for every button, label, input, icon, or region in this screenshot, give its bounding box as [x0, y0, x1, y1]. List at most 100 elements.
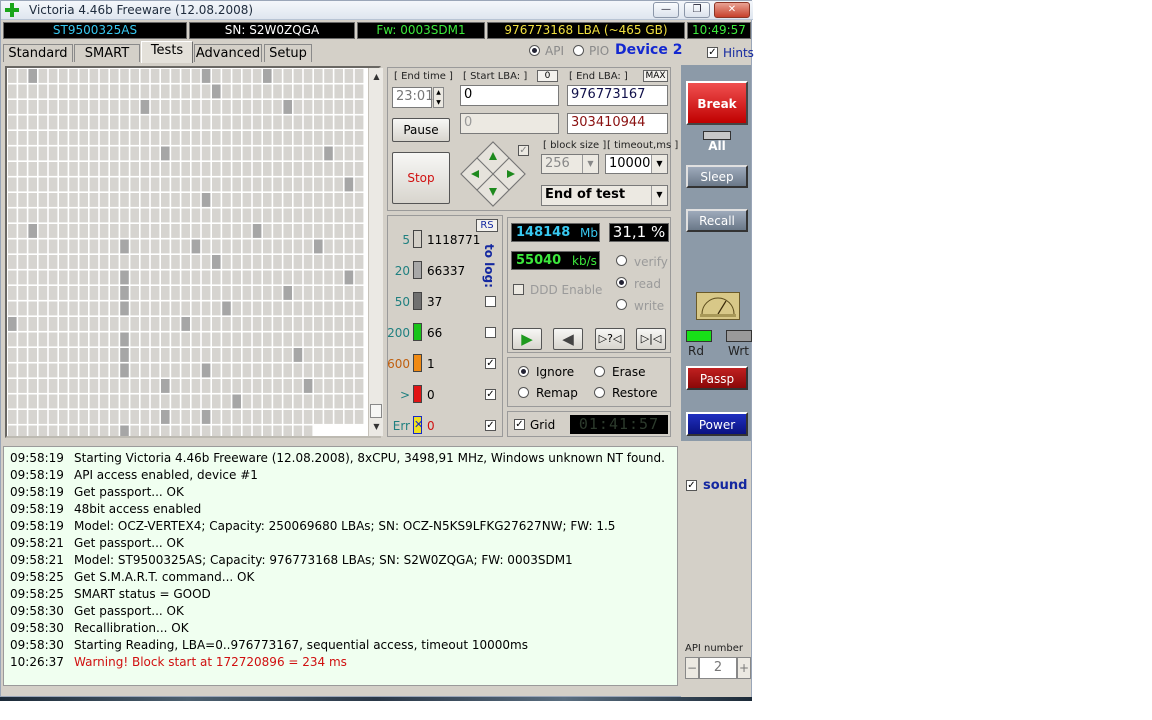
- log-checkbox[interactable]: ✓: [485, 358, 496, 369]
- direction-checkbox[interactable]: ✓: [518, 145, 529, 156]
- api-number-input[interactable]: 2: [699, 657, 737, 679]
- break-all-button[interactable]: Break All: [686, 81, 748, 153]
- event-log[interactable]: 09:58:19 Starting Victoria 4.46b Freeware…: [3, 446, 678, 686]
- pause-button[interactable]: Pause: [392, 118, 450, 142]
- latency-swatch: [413, 261, 422, 279]
- block-cell: [171, 332, 180, 347]
- sleep-button[interactable]: Sleep: [686, 165, 748, 188]
- block-cell: [201, 224, 211, 238]
- restore-button[interactable]: ❐: [684, 2, 710, 18]
- block-cell: [283, 270, 292, 285]
- start-lba-input[interactable]: 0: [460, 85, 559, 106]
- tab-smart[interactable]: SMART: [74, 44, 140, 62]
- block-cell: [273, 146, 282, 161]
- tab-tests[interactable]: Tests: [141, 41, 193, 63]
- block-cell: [191, 100, 201, 114]
- block-map-grid: ▲ ▼: [5, 66, 383, 438]
- block-cell: [191, 208, 201, 223]
- log-checkbox[interactable]: [485, 327, 496, 338]
- block-cell: [212, 224, 221, 238]
- block-cell: [242, 84, 252, 99]
- api-radio[interactable]: [529, 45, 540, 56]
- tab-advanced[interactable]: Advanced: [194, 44, 262, 62]
- end-lba-max-button[interactable]: MAX: [643, 70, 668, 82]
- block-cell: [252, 410, 262, 424]
- block-cell: [273, 224, 282, 238]
- sound-checkbox[interactable]: ✓: [686, 480, 697, 491]
- block-cell: [242, 239, 252, 254]
- block-cell: [293, 177, 303, 192]
- rewind-button[interactable]: ◀: [553, 328, 583, 350]
- chevron-down-icon[interactable]: ▼: [582, 155, 598, 173]
- power-button[interactable]: Power: [686, 412, 748, 436]
- block-cell: [59, 332, 68, 347]
- block-cell: [283, 379, 292, 393]
- erase-radio[interactable]: [594, 366, 605, 377]
- close-button[interactable]: ✕: [714, 2, 750, 18]
- block-cell: [59, 193, 68, 207]
- ignore-radio[interactable]: [518, 366, 529, 377]
- api-number-decrement[interactable]: −: [685, 657, 699, 679]
- end-button[interactable]: ▷|◁: [636, 328, 666, 350]
- rs-button[interactable]: RS: [476, 219, 498, 232]
- restore-radio[interactable]: [594, 387, 605, 398]
- tab-setup[interactable]: Setup: [264, 44, 312, 62]
- block-cell: [232, 363, 241, 378]
- block-cell: [222, 208, 231, 223]
- block-cell: [303, 255, 313, 269]
- block-cell: [99, 394, 109, 409]
- scroll-down-icon[interactable]: ▼: [369, 422, 384, 431]
- log-checkbox[interactable]: ✓: [485, 420, 496, 431]
- block-cell: [150, 363, 160, 378]
- write-radio[interactable]: [616, 299, 627, 310]
- block-cell: [120, 162, 129, 176]
- block-cell: [38, 193, 48, 207]
- remap-radio[interactable]: [518, 387, 529, 398]
- block-cell: [79, 162, 88, 176]
- block-cell: [28, 162, 37, 176]
- start-lba-zero-button[interactable]: 0: [537, 70, 558, 82]
- grid-checkbox[interactable]: ✓: [514, 419, 525, 430]
- recall-button[interactable]: Recall: [686, 209, 748, 232]
- block-cell: [18, 115, 27, 130]
- verify-radio[interactable]: [616, 255, 627, 266]
- grid-scrollbar[interactable]: ▲ ▼: [368, 68, 383, 436]
- block-cell: [161, 379, 170, 393]
- block-cell: [334, 84, 343, 99]
- timeout-select[interactable]: 10000 ▼: [605, 154, 668, 174]
- passp-button[interactable]: Passp: [686, 366, 748, 390]
- log-entry: 09:58:19 Model: OCZ-VERTEX4; Capacity: 25…: [10, 519, 615, 533]
- device-label[interactable]: Device 2: [615, 42, 682, 58]
- block-cell: [212, 84, 221, 99]
- block-cell: [59, 146, 68, 161]
- chevron-down-icon[interactable]: ▼: [651, 186, 667, 205]
- end-time-spinner[interactable]: ▲ ▼: [433, 87, 444, 108]
- block-cell: [48, 301, 58, 316]
- read-radio[interactable]: [616, 277, 627, 288]
- block-cell: [263, 239, 272, 254]
- hints-checkbox[interactable]: ✓: [707, 47, 718, 58]
- play-button[interactable]: ▶: [512, 328, 542, 350]
- seek-button[interactable]: ▷?◁: [595, 328, 625, 350]
- block-cell: [89, 363, 99, 378]
- scroll-thumb[interactable]: [370, 404, 382, 418]
- scroll-up-icon[interactable]: ▲: [369, 72, 384, 81]
- api-number-increment[interactable]: +: [737, 657, 751, 679]
- ddd-checkbox[interactable]: [513, 284, 524, 295]
- log-checkbox[interactable]: [485, 296, 496, 307]
- end-lba-input[interactable]: 976773167: [567, 85, 668, 106]
- minimize-button[interactable]: —: [653, 2, 679, 18]
- chevron-down-icon[interactable]: ▼: [651, 155, 667, 173]
- pio-radio[interactable]: [573, 45, 584, 56]
- block-cell: [181, 146, 190, 161]
- block-size-select[interactable]: 256 ▼: [541, 154, 599, 174]
- tab-standard[interactable]: Standard: [3, 44, 73, 62]
- stop-button[interactable]: Stop: [392, 152, 450, 204]
- log-checkbox[interactable]: ✓: [485, 389, 496, 400]
- end-action-select[interactable]: End of test ▼: [541, 185, 668, 206]
- block-cell: [59, 84, 68, 99]
- direction-pad[interactable]: [460, 141, 526, 207]
- latency-count: 66: [427, 326, 443, 340]
- latency-threshold: 5: [402, 233, 410, 247]
- end-time-input[interactable]: 23:01: [392, 87, 433, 108]
